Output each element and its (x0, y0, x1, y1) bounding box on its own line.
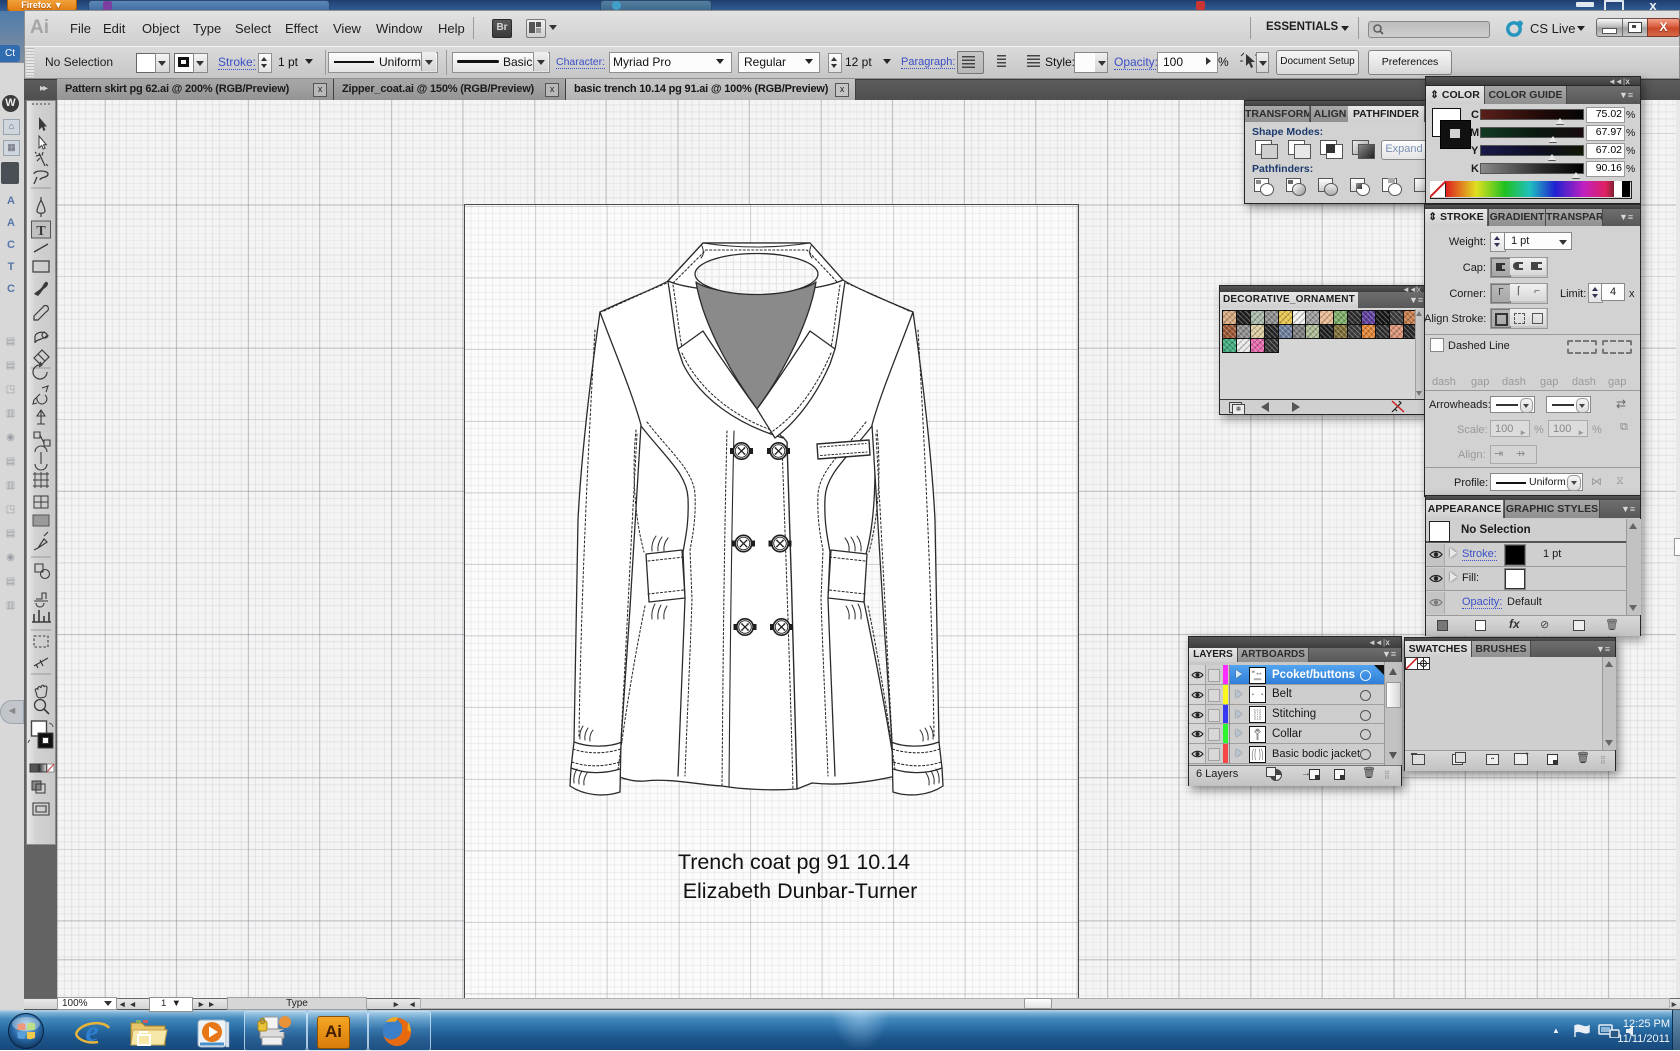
svg-text:T: T (36, 224, 46, 239)
svg-text:Trench coat pg 91 10.14: Trench coat pg 91 10.14 (678, 850, 910, 874)
svg-text:Elizabeth Dunbar-Turner: Elizabeth Dunbar-Turner (683, 879, 918, 903)
